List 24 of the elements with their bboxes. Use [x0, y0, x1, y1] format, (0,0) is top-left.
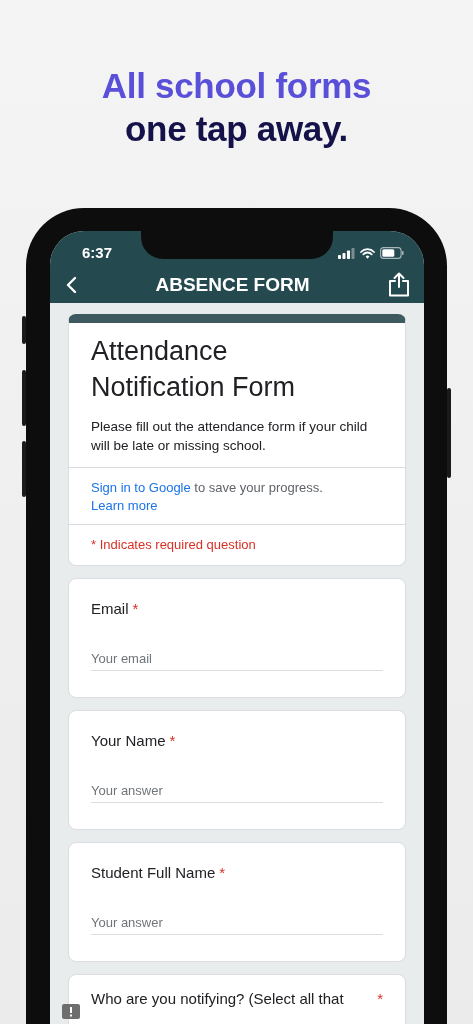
wifi-icon [360, 247, 375, 259]
screen-title: ABSENCE FORM [155, 273, 310, 296]
question-label: Email [91, 599, 129, 619]
required-asterisk: * [169, 731, 176, 751]
sign-in-sentence: Sign in to Google to save your progress. [91, 479, 324, 497]
learn-more-link[interactable]: Learn more [91, 498, 158, 513]
required-asterisk: * [219, 863, 226, 883]
input-field[interactable]: Your email [91, 647, 383, 671]
input-field[interactable]: Your answer [91, 779, 383, 803]
required-note: * Indicates required question [91, 536, 257, 554]
sign-in-link[interactable]: Sign in to Google [91, 480, 191, 495]
status-time: 6:37 [82, 245, 113, 263]
form-title: Attendance Notification Form [91, 335, 297, 404]
headline-text: one tap away. [124, 108, 349, 150]
required-asterisk: * [377, 989, 383, 1009]
signal-icon [338, 247, 355, 259]
input-field[interactable]: Your answer [91, 911, 383, 935]
required-asterisk: * [132, 599, 139, 619]
form-description: Please fill out the attendance form if your child will be late or missing school. [91, 418, 369, 455]
question-label: Your Name [91, 731, 166, 751]
question-label: Student Full Name [91, 863, 216, 883]
question-label: Who are you notifying? (Select all that [91, 989, 344, 1009]
battery-icon [380, 247, 404, 259]
headline-text: All school forms [100, 65, 373, 107]
